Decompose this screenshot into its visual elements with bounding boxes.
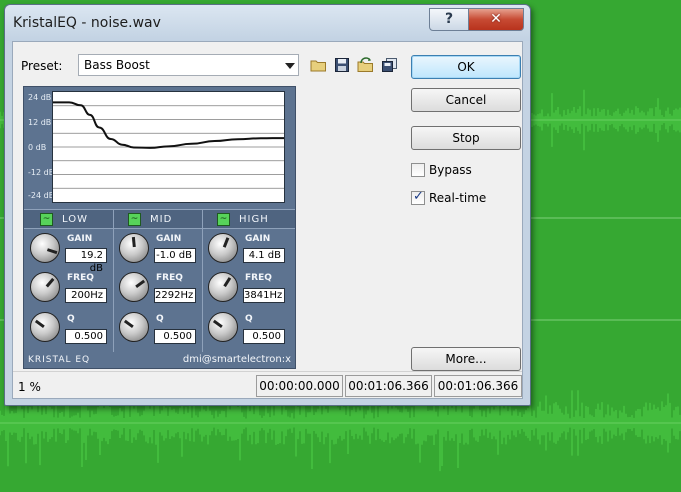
status-separator xyxy=(13,371,522,372)
db-label-0: 0 dB xyxy=(28,143,47,152)
dialog-window: KristalEQ - noise.wav ? ✕ Preset: Bass B… xyxy=(4,4,531,406)
mid-q-value[interactable]: 0.500 xyxy=(154,329,196,344)
copy-icon[interactable] xyxy=(381,57,398,73)
db-label-12: 12 dB xyxy=(28,118,52,127)
mid-freq-knob[interactable] xyxy=(119,272,149,302)
band-low-name: LOW xyxy=(62,214,88,225)
window-title: KristalEQ - noise.wav xyxy=(13,15,161,31)
knob-indicator xyxy=(222,237,230,248)
dialog-client: Preset: Bass Boost OK Cancel Stop Bypass xyxy=(12,41,523,399)
mid-gain-value[interactable]: -1.0 dB xyxy=(154,248,196,263)
preset-label: Preset: xyxy=(21,59,63,73)
realtime-checkbox[interactable]: ✓ xyxy=(411,189,425,205)
title-bar[interactable]: KristalEQ - noise.wav ? ✕ xyxy=(5,5,530,41)
low-freq-knob[interactable] xyxy=(30,272,60,302)
checkmark-icon: ✓ xyxy=(413,189,424,204)
preset-value: Bass Boost xyxy=(84,58,150,72)
low-freq-value[interactable]: 200Hz xyxy=(65,288,107,303)
mid-q-label: Q xyxy=(156,314,164,324)
high-q-knob[interactable] xyxy=(208,312,238,342)
high-freq-knob[interactable] xyxy=(208,272,238,302)
band-divider xyxy=(202,209,203,352)
band-mid-enable-led[interactable]: ~ xyxy=(128,213,141,226)
close-icon: ✕ xyxy=(490,11,502,27)
eq-response-curve xyxy=(53,101,284,149)
chevron-down-icon[interactable] xyxy=(285,63,295,69)
ok-button[interactable]: OK xyxy=(411,55,521,79)
knob-indicator xyxy=(45,277,55,288)
realtime-label: Real-time xyxy=(429,191,487,205)
high-gain-label: GAIN xyxy=(245,234,271,244)
bypass-checkbox[interactable] xyxy=(411,163,425,177)
low-gain-label: GAIN xyxy=(67,234,93,244)
mid-gain-knob[interactable] xyxy=(119,233,149,263)
mid-gain-label: GAIN xyxy=(156,234,182,244)
knob-indicator xyxy=(46,248,58,255)
low-gain-value[interactable]: 19.2 dB xyxy=(65,248,107,274)
mid-q-knob[interactable] xyxy=(119,312,149,342)
progress-text: 1 % xyxy=(18,380,41,394)
plugin-brand: KRISTAL EQ xyxy=(28,355,91,365)
high-gain-knob[interactable] xyxy=(208,233,238,263)
knob-indicator xyxy=(131,236,136,248)
stop-button[interactable]: Stop xyxy=(411,126,521,150)
low-q-value[interactable]: 0.500 xyxy=(65,329,107,344)
high-freq-value[interactable]: 3841Hz xyxy=(243,288,285,303)
close-button[interactable]: ✕ xyxy=(468,8,524,31)
knob-indicator xyxy=(34,319,45,329)
band-header-row: ~ LOW ~ MID ~ HIGH xyxy=(24,209,295,229)
high-q-value[interactable]: 0.500 xyxy=(243,329,285,344)
more-button[interactable]: More... xyxy=(411,347,521,371)
low-q-knob[interactable] xyxy=(30,312,60,342)
band-low-enable-led[interactable]: ~ xyxy=(40,213,53,226)
low-gain-knob[interactable] xyxy=(30,233,60,263)
knob-indicator xyxy=(135,279,146,289)
band-divider xyxy=(113,209,114,352)
db-label-minus-12: -12 dB xyxy=(28,168,55,177)
cancel-button[interactable]: Cancel xyxy=(411,88,521,112)
plugin-author: dmi@smartelectron:x xyxy=(182,354,291,365)
preset-manage-icon[interactable] xyxy=(357,57,374,73)
time-start: 00:00:00.000 xyxy=(256,375,343,397)
band-high-enable-led[interactable]: ~ xyxy=(217,213,230,226)
help-icon: ? xyxy=(444,11,454,27)
band-mid-name: MID xyxy=(150,214,173,225)
low-q-label: Q xyxy=(67,314,75,324)
mid-freq-label: FREQ xyxy=(156,273,183,283)
bypass-label: Bypass xyxy=(429,163,472,177)
knob-indicator xyxy=(212,319,223,329)
kristal-eq-plugin-panel: 24 dB 12 dB 0 dB -12 dB -24 dB ~ LOW ~ M… xyxy=(23,86,296,369)
band-high-name: HIGH xyxy=(239,214,269,225)
preset-dropdown[interactable]: Bass Boost xyxy=(78,54,299,76)
db-label-24: 24 dB xyxy=(28,93,52,102)
folder-open-icon[interactable] xyxy=(310,57,327,73)
low-freq-label: FREQ xyxy=(67,273,94,283)
high-freq-label: FREQ xyxy=(245,273,272,283)
db-label-minus-24: -24 dB xyxy=(28,191,55,200)
time-current: 00:01:06.366 xyxy=(345,375,432,397)
high-q-label: Q xyxy=(245,314,253,324)
high-gain-value[interactable]: 4.1 dB xyxy=(243,248,285,263)
eq-response-graph[interactable] xyxy=(52,91,285,203)
knob-indicator xyxy=(123,319,134,329)
time-end: 00:01:06.366 xyxy=(434,375,522,397)
mid-freq-value[interactable]: 2292Hz xyxy=(154,288,196,303)
knob-indicator xyxy=(223,277,232,288)
help-button[interactable]: ? xyxy=(429,8,469,31)
save-icon[interactable] xyxy=(334,57,351,73)
